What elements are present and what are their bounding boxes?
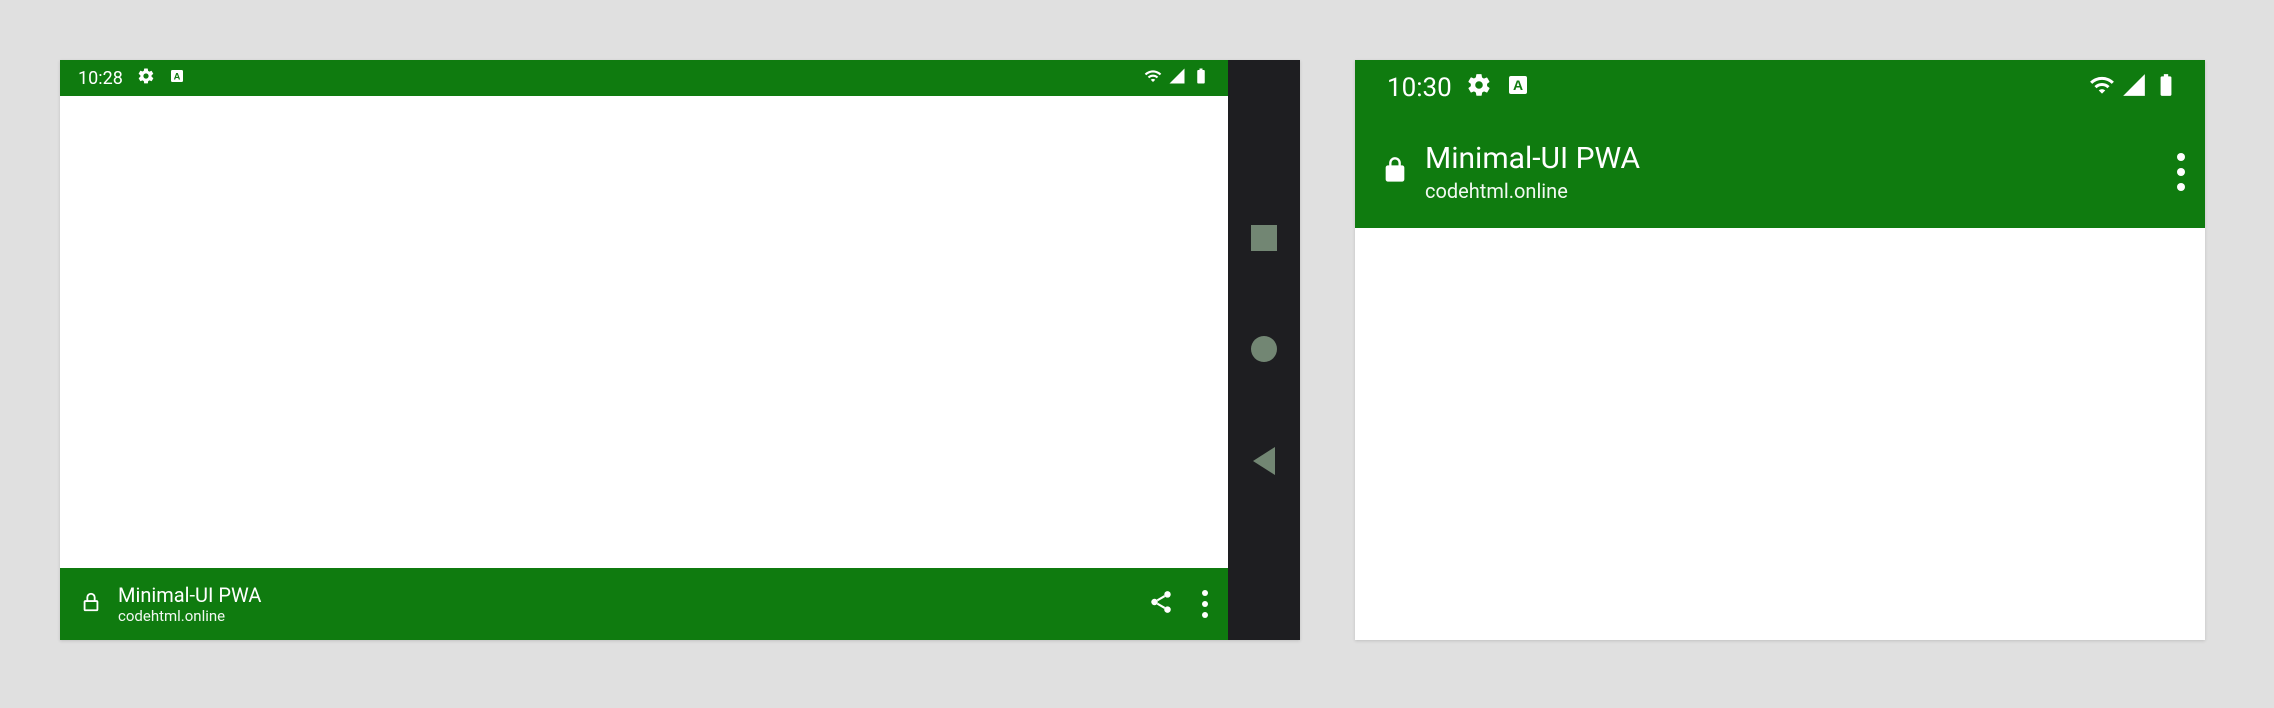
nav-overview-button[interactable] — [1251, 225, 1277, 251]
app-badge-icon: A — [169, 68, 185, 89]
app-title: Minimal-UI PWA — [1425, 141, 1640, 177]
share-icon[interactable] — [1148, 589, 1174, 619]
nav-back-button[interactable] — [1253, 447, 1275, 475]
system-nav-bar — [1228, 60, 1300, 640]
signal-icon — [1168, 67, 1186, 90]
app-badge-icon: A — [1506, 73, 1530, 104]
app-subtitle: codehtml.online — [1425, 179, 1640, 203]
battery-icon — [2153, 72, 2179, 105]
app-title: Minimal-UI PWA — [118, 583, 261, 607]
device-landscape: 10:28 A — [60, 60, 1300, 640]
gear-icon — [137, 67, 155, 90]
status-time: 10:30 — [1387, 73, 1452, 103]
app-bar: Minimal-UI PWA codehtml.online — [1355, 116, 2205, 228]
app-bar: Minimal-UI PWA codehtml.online — [60, 568, 1228, 640]
lock-icon — [80, 591, 102, 617]
more-icon[interactable] — [1202, 590, 1208, 618]
nav-home-button[interactable] — [1251, 336, 1277, 362]
svg-text:A: A — [173, 71, 180, 81]
battery-icon — [1192, 67, 1210, 90]
svg-text:A: A — [1513, 77, 1523, 93]
device-portrait: 10:30 A — [1355, 60, 2205, 640]
lock-icon — [1381, 156, 1409, 188]
wifi-icon — [1144, 67, 1162, 90]
signal-icon — [2121, 72, 2147, 105]
app-subtitle: codehtml.online — [118, 607, 261, 625]
more-icon[interactable] — [2177, 153, 2185, 191]
status-time: 10:28 — [78, 68, 123, 89]
gear-icon — [1466, 72, 1492, 105]
webview-content[interactable] — [60, 96, 1228, 568]
webview-content[interactable] — [1355, 228, 2205, 640]
status-bar: 10:28 A — [60, 60, 1228, 96]
wifi-icon — [2089, 72, 2115, 105]
status-bar: 10:30 A — [1355, 60, 2205, 116]
